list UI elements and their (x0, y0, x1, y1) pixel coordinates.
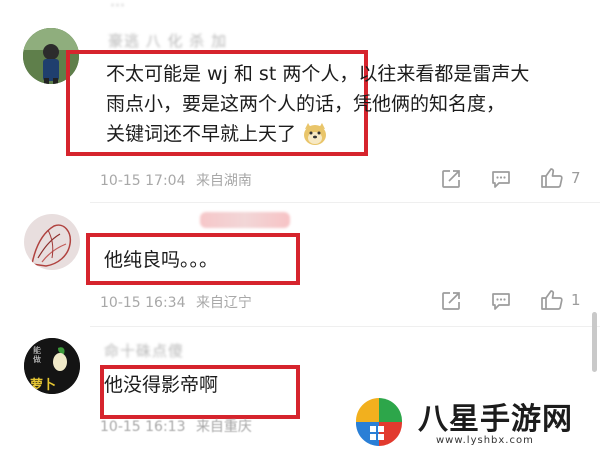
thumbs-up-icon (541, 168, 563, 188)
comment-location: 来自湖南 (195, 173, 252, 189)
previous-comment-meta: … (110, 0, 126, 10)
avatar-text-char: 萝 (30, 378, 44, 393)
commenter-avatar[interactable]: 能 做 萝卜 (24, 338, 80, 394)
comment-text: 他没得影帝啊 (104, 370, 218, 400)
like-count: 7 (571, 169, 581, 187)
avatar-text-char: 卜 (43, 378, 57, 393)
watermark-logo (348, 392, 410, 450)
comment-line: 他没得影帝啊 (104, 374, 219, 396)
reply-button[interactable] (490, 290, 512, 312)
comment-icon (492, 293, 510, 310)
comment-time: 10-15 16:34 (100, 295, 186, 311)
comment-divider (90, 202, 600, 203)
avatar-text-char: 做 (33, 355, 41, 364)
comment-text: 不太可能是 wj 和 st 两个人，以往来看都是雷声大 雨点小，要是这两个人的话… (106, 59, 529, 149)
avatar-text-char: 能 (33, 346, 41, 355)
comment-line: 关键词还不早就上天了 (106, 119, 529, 149)
comment-divider (90, 326, 600, 327)
comment-text: 他纯良吗。。。 (104, 245, 218, 275)
comment-location: 来自辽宁 (195, 295, 252, 311)
comment-time: 10-15 16:13 (100, 419, 186, 435)
thumbs-up-icon (541, 290, 563, 310)
doge-emoji-icon (304, 123, 327, 145)
comment-line: 他纯良吗。。。 (104, 249, 219, 271)
comment-meta: 10-15 16:13 来自重庆 (100, 416, 252, 436)
comment-line: 雨点小，要是这两个人的话，凭他俩的知名度， (106, 93, 506, 115)
pinwheel-logo-icon (355, 398, 403, 446)
avatar-illustration (24, 214, 80, 270)
watermark-url: www.lyshbx.com (436, 435, 534, 446)
comment-meta: 10-15 16:34 来自辽宁 (100, 292, 252, 312)
commenter-username[interactable]: 命十硃点傻 (104, 340, 184, 361)
commenter-username[interactable]: 豪逃 八 化 杀 加 (108, 30, 227, 51)
comment-time: 10-15 17:04 (100, 173, 186, 189)
comment-meta: 10-15 17:04 来自湖南 (100, 170, 252, 190)
watermark-title: 八星手游网 (418, 402, 573, 437)
comment-icon (492, 171, 510, 188)
commenter-username[interactable] (200, 212, 290, 228)
share-icon (442, 292, 460, 310)
forward-button[interactable] (440, 168, 462, 190)
comment-line: 不太可能是 wj 和 st 两个人，以往来看都是雷声大 (106, 63, 530, 85)
forward-button[interactable] (440, 290, 462, 312)
reply-button[interactable] (490, 168, 512, 190)
like-count: 1 (571, 291, 581, 309)
scrollbar-thumb[interactable] (592, 312, 597, 372)
like-button[interactable]: 7 (539, 166, 581, 190)
commenter-avatar[interactable] (24, 214, 80, 270)
share-icon (442, 170, 460, 188)
comment-location: 来自重庆 (195, 419, 252, 435)
like-button[interactable]: 1 (539, 288, 581, 312)
